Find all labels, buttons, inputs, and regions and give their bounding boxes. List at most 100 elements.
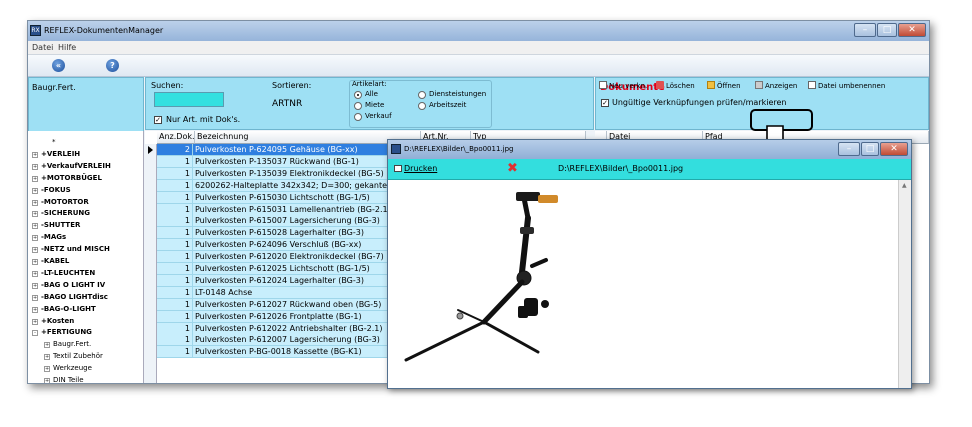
- sort-value[interactable]: ARTNR: [272, 99, 302, 109]
- tree-node[interactable]: + DIN Teile: [44, 374, 84, 384]
- tree-node[interactable]: *: [32, 136, 56, 148]
- minimize-button[interactable]: –: [854, 23, 876, 37]
- new-link-button[interactable]: Neu verkn.: [599, 81, 647, 93]
- tree-node[interactable]: + -MAGs: [32, 231, 66, 243]
- image-viewer-toolbar: Drucken ✖ D:\REFLEX\Bilder\_Bpo0011.jpg: [388, 159, 911, 180]
- tree-node[interactable]: + -FOKUS: [32, 184, 71, 196]
- search-panel: Suchen: ✓ Nur Art. mit Dok's. Sortieren:…: [145, 77, 594, 130]
- scroll-up-icon[interactable]: ▲: [902, 182, 907, 189]
- collapse-icon[interactable]: -: [32, 330, 38, 337]
- back-icon[interactable]: «: [52, 59, 65, 72]
- rename-file-label: Datei umbenennen: [818, 82, 886, 90]
- description-cell: Pulverkosten P-624095 Gehäuse (BG-xx): [195, 145, 358, 154]
- tree-node[interactable]: + +VERLEIH: [32, 148, 80, 160]
- tree-node[interactable]: + Baugr.Fert.: [44, 338, 91, 350]
- viewer-minimize-button[interactable]: –: [838, 142, 860, 156]
- tree-node-label: DIN Teile: [53, 376, 84, 384]
- expand-icon[interactable]: +: [32, 163, 38, 170]
- description-cell: Pulverkosten P-612026 Frontplatte (BG-1): [195, 311, 362, 321]
- tree-node[interactable]: + +VerkaufVERLEIH: [32, 160, 111, 172]
- expand-icon[interactable]: +: [32, 235, 38, 242]
- menu-datei[interactable]: Datei: [32, 43, 53, 52]
- viewer-app-icon: [391, 144, 401, 154]
- tree-node-label: Textil Zubehör: [53, 352, 103, 361]
- expand-icon[interactable]: +: [32, 211, 38, 218]
- doc-count-cell: 1: [157, 334, 193, 347]
- search-label: Suchen:: [151, 81, 184, 90]
- expand-icon[interactable]: +: [44, 342, 50, 349]
- expand-icon[interactable]: +: [44, 378, 50, 383]
- tree-node[interactable]: + +Kosten: [32, 315, 74, 327]
- radio-dienstleistungen-label: Diensteistungen: [429, 90, 487, 98]
- rename-file-button[interactable]: Datei umbenennen: [808, 81, 885, 93]
- expand-icon[interactable]: +: [32, 247, 38, 254]
- expand-icon[interactable]: +: [32, 282, 38, 289]
- app-logo-icon: RX: [30, 25, 41, 36]
- radio-dienstleistungen[interactable]: [418, 91, 426, 99]
- tree-node-label: -LT-LEUCHTEN: [41, 268, 96, 277]
- tree-node[interactable]: + +MOTORBÜGEL: [32, 172, 102, 184]
- image-preview: [388, 180, 898, 388]
- print-button[interactable]: Drucken: [394, 164, 437, 173]
- expand-icon[interactable]: +: [44, 366, 50, 373]
- tree-node-label: -BAG O LIGHT IV: [41, 280, 106, 289]
- delete-button[interactable]: Löschen: [656, 81, 695, 93]
- image-viewer-titlebar[interactable]: D:\REFLEX\Bilder\_Bpo0011.jpg – □ ✕: [388, 140, 911, 159]
- tree-node-label: -KABEL: [41, 257, 70, 265]
- viewer-maximize-button[interactable]: □: [861, 142, 879, 156]
- tree-node[interactable]: + -BAGO LIGHTdisc: [32, 291, 108, 303]
- open-button[interactable]: Öffnen: [707, 81, 741, 93]
- category-tree: * + +VERLEIH + +VerkaufVERLEIH + +MOTORBÜGEL + -…: [28, 131, 144, 384]
- only-docs-checkbox[interactable]: ✓: [154, 116, 162, 124]
- doc-count-cell: 1: [157, 215, 193, 228]
- help-icon[interactable]: ?: [106, 59, 119, 72]
- tree-node[interactable]: + -LT-LEUCHTEN: [32, 267, 95, 279]
- show-button[interactable]: Anzeigen: [755, 81, 797, 93]
- expand-icon[interactable]: +: [32, 259, 38, 265]
- expand-icon[interactable]: +: [32, 199, 38, 206]
- tree-node[interactable]: + -NETZ und MISCH: [32, 243, 110, 255]
- expand-icon[interactable]: +: [32, 151, 38, 158]
- tree-node[interactable]: + Werkzeuge: [44, 362, 92, 374]
- maximize-button[interactable]: □: [877, 23, 897, 37]
- expand-icon[interactable]: +: [32, 223, 38, 230]
- viewer-close-button[interactable]: ✕: [880, 142, 908, 156]
- tree-node[interactable]: + Textil Zubehör: [44, 350, 103, 362]
- close-button[interactable]: ✕: [898, 23, 926, 37]
- expand-icon[interactable]: +: [32, 294, 38, 301]
- search-input[interactable]: [154, 92, 224, 107]
- tree-node[interactable]: - +FERTIGUNG: [32, 326, 92, 338]
- tree-node[interactable]: + -BAG O LIGHT IV: [32, 279, 105, 291]
- radio-miete[interactable]: [354, 102, 362, 110]
- folder-icon: [707, 81, 715, 89]
- tree-node[interactable]: + -SHUTTER: [32, 219, 80, 231]
- trash-icon: [656, 81, 664, 89]
- menu-hilfe[interactable]: Hilfe: [58, 43, 76, 52]
- tree-node[interactable]: + -BAG-O-LIGHT: [32, 303, 96, 315]
- expand-icon[interactable]: +: [32, 270, 38, 277]
- tree-node[interactable]: + -KABEL: [32, 255, 69, 267]
- invalid-links-checkbox[interactable]: ✓: [601, 99, 609, 107]
- doc-count-cell: 1: [157, 203, 193, 216]
- close-image-icon[interactable]: ✖: [507, 161, 518, 176]
- tree-node[interactable]: + -MOTORTOR: [32, 196, 89, 208]
- title-bar[interactable]: RX REFLEX-DokumentenManager – □ ✕: [28, 21, 929, 41]
- radio-verkauf[interactable]: [354, 113, 362, 121]
- only-docs-label: Nur Art. mit Dok's.: [166, 115, 241, 124]
- doc-count-cell: 1: [157, 191, 193, 204]
- expand-icon[interactable]: +: [44, 354, 50, 361]
- doc-count-cell: 1: [157, 251, 193, 264]
- expand-icon[interactable]: +: [32, 306, 38, 313]
- expand-icon[interactable]: +: [32, 175, 38, 182]
- radio-arbeitszeit[interactable]: [418, 102, 426, 110]
- expand-icon[interactable]: +: [32, 318, 38, 325]
- tree-node[interactable]: + -SICHERUNG: [32, 207, 90, 219]
- image-viewer-window: D:\REFLEX\Bilder\_Bpo0011.jpg – □ ✕ Druc…: [387, 139, 912, 389]
- description-cell: Pulverkosten P-612020 Elektronikdeckel (…: [195, 252, 384, 262]
- tree-node-label: +MOTORBÜGEL: [41, 173, 102, 182]
- image-scrollbar[interactable]: ▲: [898, 180, 911, 388]
- col-anz-dok[interactable]: Anz.Dok.: [157, 131, 195, 144]
- rename-icon: [808, 81, 816, 89]
- radio-alle[interactable]: [354, 91, 362, 99]
- expand-icon[interactable]: +: [32, 187, 38, 194]
